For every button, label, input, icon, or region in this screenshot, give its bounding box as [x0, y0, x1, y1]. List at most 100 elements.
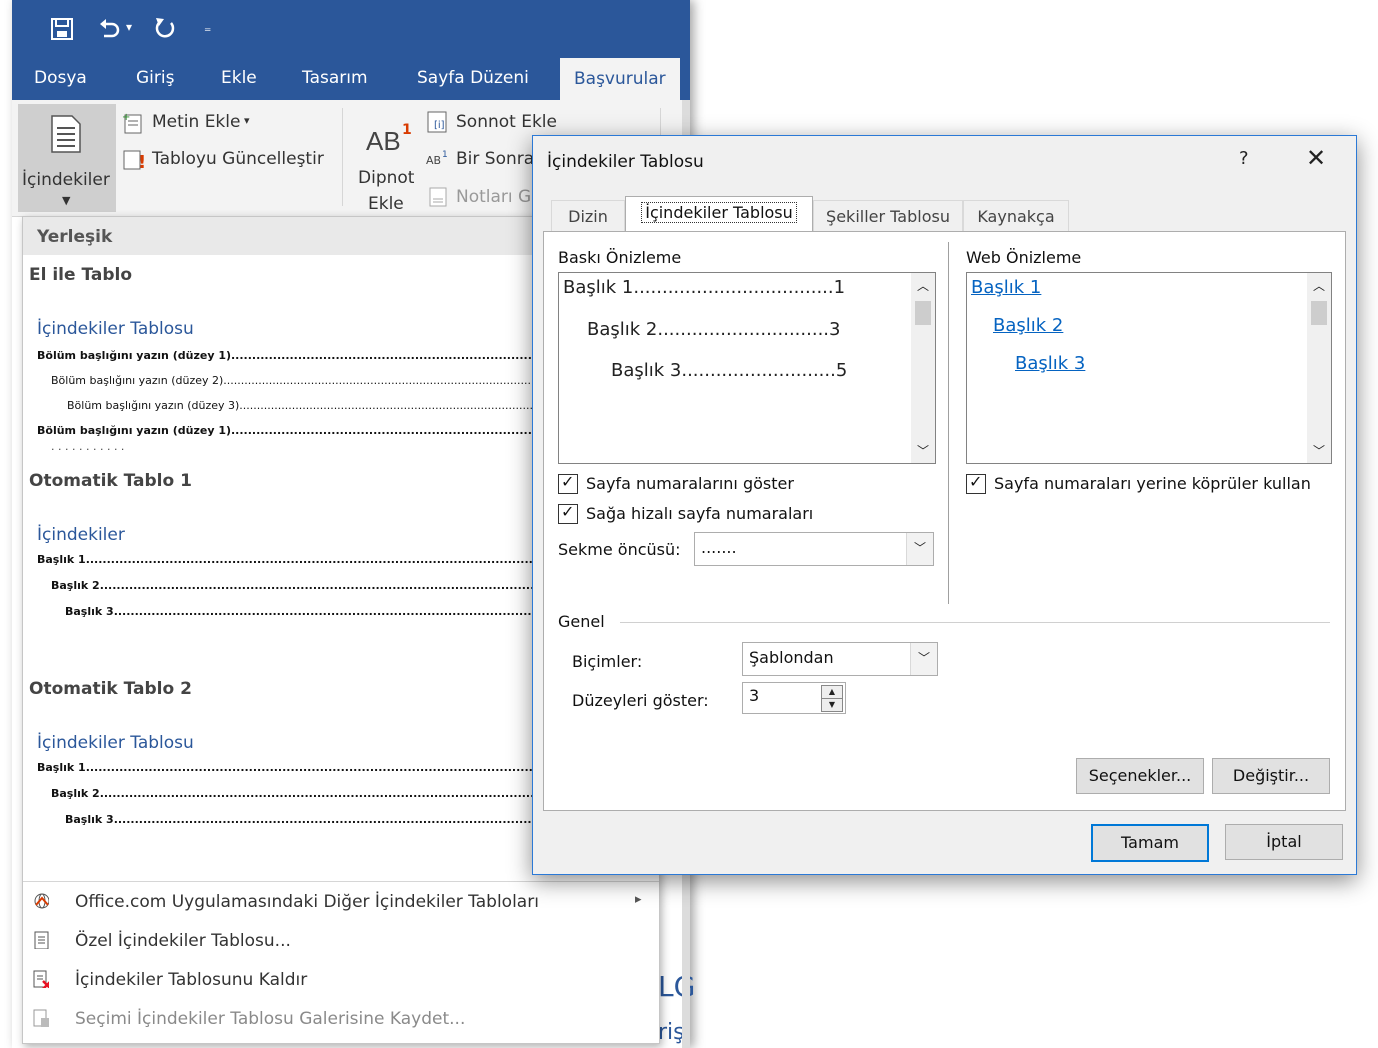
- undo-dropdown-icon[interactable]: ▾: [126, 20, 132, 34]
- use-hyperlinks-checkbox[interactable]: [966, 472, 986, 494]
- scroll-up-icon[interactable]: ︿: [917, 277, 929, 294]
- office-globe-icon: [34, 893, 49, 909]
- print-preview-line-1: Başlık 1................................…: [563, 277, 846, 298]
- toc-document-icon: [51, 115, 81, 153]
- print-preview-box[interactable]: Başlık 1................................…: [558, 272, 936, 464]
- tab-giris[interactable]: Giriş: [136, 68, 174, 88]
- tab-sekiller-tablosu[interactable]: Şekiller Tablosu: [813, 200, 963, 232]
- cancel-button[interactable]: İptal: [1225, 824, 1343, 860]
- add-text-dropdown-icon[interactable]: ▾: [244, 114, 250, 127]
- gallery-item-name: El ile Tablo: [29, 265, 133, 285]
- gallery-toc-title: İçindekiler Tablosu: [37, 733, 194, 753]
- ok-button[interactable]: Tamam: [1091, 824, 1209, 862]
- scroll-down-icon[interactable]: ﹀: [1313, 442, 1325, 459]
- save-icon[interactable]: [50, 17, 74, 41]
- toc-dialog: İçindekiler Tablosu ? ✕ Dizin İçindekile…: [532, 135, 1357, 875]
- menu-label: İçindekiler Tablosunu Kaldır: [75, 970, 308, 990]
- menu-label: Office.com Uygulamasındaki Diğer İçindek…: [75, 892, 539, 912]
- show-notes-icon: [429, 187, 447, 207]
- svg-text:[i]: [i]: [434, 120, 445, 131]
- spin-down-icon[interactable]: ▼: [821, 698, 843, 712]
- tab-kaynakca[interactable]: Kaynakça: [963, 200, 1069, 232]
- gallery-toc-line: Başlık 3................................…: [65, 813, 547, 826]
- tab-leader-value: .......: [701, 538, 737, 557]
- chevron-down-icon[interactable]: ﹀: [910, 643, 937, 675]
- svg-text:!: !: [138, 152, 146, 172]
- svg-text:AB: AB: [426, 154, 441, 167]
- menu-more-from-office[interactable]: Office.com Uygulamasındaki Diğer İçindek…: [23, 883, 659, 921]
- web-preview-scrollbar[interactable]: ︿ ﹀: [1307, 273, 1331, 463]
- tab-label: İçindekiler Tablosu: [641, 202, 797, 223]
- undo-icon[interactable]: [96, 16, 122, 42]
- menu-custom-toc[interactable]: Özel İçindekiler Tablosu...: [23, 922, 659, 960]
- redo-icon[interactable]: [152, 14, 178, 40]
- chevron-down-icon[interactable]: ﹀: [906, 533, 933, 565]
- tab-ekle[interactable]: Ekle: [221, 68, 257, 88]
- options-button[interactable]: Seçenekler...: [1076, 758, 1204, 794]
- tab-leader-select[interactable]: ....... ﹀: [694, 532, 934, 566]
- gallery-toc-title: İçindekiler: [37, 525, 125, 545]
- scroll-thumb[interactable]: [1311, 301, 1327, 325]
- close-button[interactable]: ✕: [1301, 144, 1331, 172]
- tab-leader-label: Sekme öncüsü:: [558, 540, 681, 559]
- svg-text:AB: AB: [366, 126, 401, 156]
- gallery-toc-line-clipped: · · · · · · · · · · ·: [51, 447, 251, 453]
- tab-dosya[interactable]: Dosya: [34, 68, 87, 88]
- menu-remove-toc[interactable]: İçindekiler Tablosunu Kaldır: [23, 961, 659, 999]
- menu-save-selection[interactable]: Seçimi İçindekiler Tablosu Galerisine Ka…: [23, 1000, 659, 1038]
- insert-endnote-button[interactable]: Sonnot Ekle: [456, 112, 557, 132]
- modify-button[interactable]: Değiştir...: [1212, 758, 1330, 794]
- update-table-button[interactable]: Tabloyu Güncelleştir: [152, 149, 324, 169]
- title-bar: ▾ ₌: [12, 0, 690, 58]
- chevron-down-icon: ▼: [62, 194, 71, 207]
- scroll-thumb[interactable]: [915, 301, 931, 325]
- footnote-label-line1: Dipnot: [358, 168, 415, 188]
- submenu-arrow-icon: ▸: [635, 892, 642, 907]
- tab-sayfa-duzeni[interactable]: Sayfa Düzeni: [417, 68, 529, 88]
- gallery-toc-line: Başlık 1................................…: [37, 761, 547, 774]
- levels-label: Düzeyleri göster:: [572, 691, 709, 710]
- web-preview-link-2[interactable]: Başlık 2: [993, 315, 1063, 336]
- add-text-icon: +: [122, 112, 142, 134]
- svg-text:1: 1: [402, 122, 412, 138]
- print-preview-line-2: Başlık 2..............................3: [587, 319, 841, 340]
- gallery-toc-line: Bölüm başlığını yazın (düzey 1).........…: [37, 349, 547, 362]
- footnote-label-line2: Ekle: [368, 194, 404, 214]
- endnote-icon: [i]: [427, 111, 447, 133]
- next-footnote-button[interactable]: Bir Sonra: [456, 149, 534, 169]
- levels-spinner[interactable]: 3 ▲ ▼: [742, 682, 846, 714]
- tab-basvurular[interactable]: Başvurular: [560, 58, 680, 100]
- print-preview-scrollbar[interactable]: ︿ ﹀: [911, 273, 935, 463]
- help-button[interactable]: ?: [1239, 148, 1249, 169]
- show-notes-button[interactable]: Notları G: [456, 187, 531, 207]
- tab-dizin[interactable]: Dizin: [551, 200, 625, 232]
- gallery-toc-line: Bölüm başlığını yazın (düzey 3).........…: [67, 399, 547, 412]
- right-align-label: Sağa hizalı sayfa numaraları: [586, 504, 814, 523]
- general-label: Genel: [558, 612, 605, 631]
- customize-toolbar-icon[interactable]: ₌: [204, 20, 211, 36]
- web-preview-link-3[interactable]: Başlık 3: [1015, 353, 1085, 374]
- add-text-button[interactable]: Metin Ekle: [152, 112, 240, 132]
- spin-up-icon[interactable]: ▲: [821, 685, 843, 699]
- levels-value: 3: [749, 686, 760, 705]
- formats-value: Şablondan: [749, 648, 834, 667]
- print-preview-label: Baskı Önizleme: [558, 248, 682, 267]
- custom-toc-icon: [34, 931, 49, 949]
- menu-label: Seçimi İçindekiler Tablosu Galerisine Ka…: [75, 1009, 466, 1029]
- next-footnote-icon: AB 1: [426, 150, 448, 167]
- tab-tasarim[interactable]: Tasarım: [302, 68, 368, 88]
- insert-footnote-button[interactable]: AB 1 Dipnot Ekle: [354, 104, 424, 214]
- footnote-icon: AB 1: [366, 122, 412, 156]
- tab-icindekiler-tablosu[interactable]: İçindekiler Tablosu: [625, 196, 813, 233]
- toc-button[interactable]: İçindekiler ▼: [18, 104, 116, 212]
- gallery-item-name: Otomatik Tablo 1: [29, 471, 192, 491]
- web-preview-link-1[interactable]: Başlık 1: [971, 277, 1041, 298]
- formats-select[interactable]: Şablondan ﹀: [742, 642, 938, 676]
- scroll-down-icon[interactable]: ﹀: [917, 442, 929, 459]
- right-align-checkbox[interactable]: [558, 502, 578, 524]
- document-partial-text: riş: [658, 1020, 685, 1045]
- scroll-up-icon[interactable]: ︿: [1313, 277, 1325, 294]
- show-page-numbers-checkbox[interactable]: [558, 472, 578, 494]
- ribbon-tabs: Dosya Giriş Ekle Tasarım Sayfa Düzeni Ba…: [12, 58, 690, 100]
- web-preview-box[interactable]: Başlık 1 Başlık 2 Başlık 3 ︿ ﹀: [966, 272, 1332, 464]
